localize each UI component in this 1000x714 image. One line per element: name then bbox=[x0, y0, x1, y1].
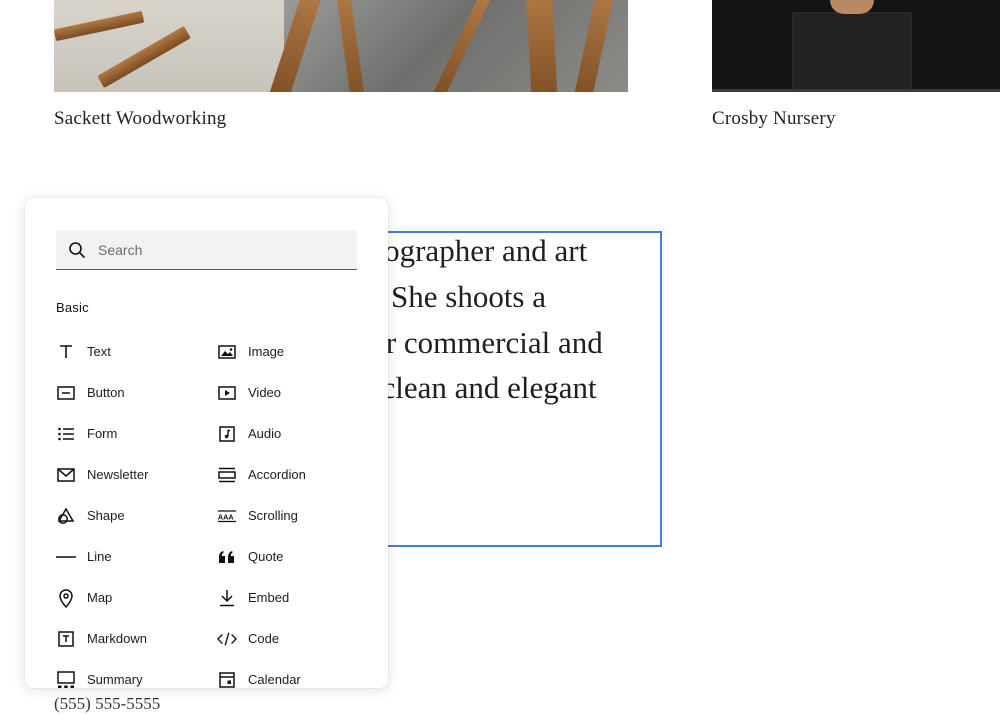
block-item-label: Audio bbox=[248, 426, 282, 441]
block-item-button[interactable]: Button bbox=[56, 372, 217, 413]
block-item-label: Form bbox=[87, 426, 118, 441]
embed-icon bbox=[217, 588, 237, 608]
svg-text:AAA: AAA bbox=[218, 512, 234, 521]
button-icon bbox=[56, 383, 76, 403]
block-search-bar[interactable] bbox=[56, 230, 357, 270]
add-block-panel: Basic Text Image Button V bbox=[25, 198, 388, 688]
block-item-label: Image bbox=[248, 344, 285, 359]
block-item-form[interactable]: Form bbox=[56, 413, 217, 454]
block-grid: Text Image Button Video Form Audio Newsl… bbox=[56, 331, 366, 688]
block-item-line[interactable]: Line bbox=[56, 536, 217, 577]
block-item-label: Embed bbox=[248, 590, 290, 605]
bio-text-line: a clean and elegant bbox=[360, 370, 597, 405]
audio-icon bbox=[217, 424, 237, 444]
block-item-map[interactable]: Map bbox=[56, 577, 217, 618]
block-item-summary[interactable]: Summary bbox=[56, 659, 217, 688]
block-item-scrolling[interactable]: AAA Scrolling bbox=[217, 495, 367, 536]
block-item-label: Newsletter bbox=[87, 467, 149, 482]
block-item-shape[interactable]: Shape bbox=[56, 495, 217, 536]
text-icon bbox=[56, 342, 76, 362]
code-icon bbox=[217, 629, 237, 649]
video-icon bbox=[217, 383, 237, 403]
block-item-label: Accordion bbox=[248, 467, 306, 482]
block-item-label: Summary bbox=[87, 672, 143, 687]
gallery-image-crosby-nursery[interactable] bbox=[712, 0, 1000, 92]
photo-floor bbox=[712, 89, 1000, 92]
shape-icon bbox=[56, 506, 76, 526]
block-item-label: Text bbox=[87, 344, 111, 359]
block-item-label: Line bbox=[87, 549, 112, 564]
quote-icon bbox=[217, 547, 237, 567]
block-item-label: Code bbox=[248, 631, 280, 646]
accordion-icon bbox=[217, 465, 237, 485]
block-item-quote[interactable]: Quote bbox=[217, 536, 367, 577]
block-item-image[interactable]: Image bbox=[217, 331, 367, 372]
summary-icon bbox=[56, 670, 76, 689]
block-item-label: Shape bbox=[87, 508, 125, 523]
block-item-video[interactable]: Video bbox=[217, 372, 367, 413]
block-item-text[interactable]: Text bbox=[56, 331, 217, 372]
bio-text-line: n. She shoots a bbox=[360, 279, 546, 314]
block-item-markdown[interactable]: Markdown bbox=[56, 618, 217, 659]
newsletter-icon bbox=[56, 465, 76, 485]
markdown-icon bbox=[56, 629, 76, 649]
bio-text-line: for commercial and bbox=[360, 325, 603, 360]
image-icon bbox=[217, 342, 237, 362]
block-item-label: Map bbox=[87, 590, 113, 605]
photo-pedestal bbox=[792, 12, 912, 92]
gallery-caption-left[interactable]: Sackett Woodworking bbox=[54, 108, 226, 130]
photo-plank bbox=[54, 10, 145, 42]
block-item-label: Calendar bbox=[248, 672, 301, 687]
photo-plank bbox=[97, 25, 191, 89]
contact-phone: (555) 555-5555 bbox=[54, 694, 161, 713]
block-item-label: Scrolling bbox=[248, 508, 298, 523]
block-search-input[interactable] bbox=[96, 240, 340, 259]
gallery-image-sackett-woodworking[interactable] bbox=[54, 0, 628, 92]
block-item-newsletter[interactable]: Newsletter bbox=[56, 454, 217, 495]
calendar-icon bbox=[217, 670, 237, 689]
block-item-calendar[interactable]: Calendar bbox=[217, 659, 367, 688]
block-item-label: Quote bbox=[248, 549, 284, 564]
form-icon bbox=[56, 424, 76, 444]
block-item-embed[interactable]: Embed bbox=[217, 577, 367, 618]
block-item-label: Video bbox=[248, 385, 282, 400]
map-icon bbox=[56, 588, 76, 608]
block-item-label: Markdown bbox=[87, 631, 147, 646]
block-item-accordion[interactable]: Accordion bbox=[217, 454, 367, 495]
search-icon bbox=[69, 241, 85, 258]
line-icon bbox=[56, 547, 76, 567]
block-item-label: Button bbox=[87, 385, 125, 400]
block-item-audio[interactable]: Audio bbox=[217, 413, 367, 454]
bio-text-line: otographer and art bbox=[360, 233, 588, 268]
scrolling-icon: AAA bbox=[217, 506, 237, 526]
gallery-caption-right[interactable]: Crosby Nursery bbox=[712, 108, 836, 130]
section-label-basic: Basic bbox=[56, 300, 89, 315]
block-item-code[interactable]: Code bbox=[217, 618, 367, 659]
